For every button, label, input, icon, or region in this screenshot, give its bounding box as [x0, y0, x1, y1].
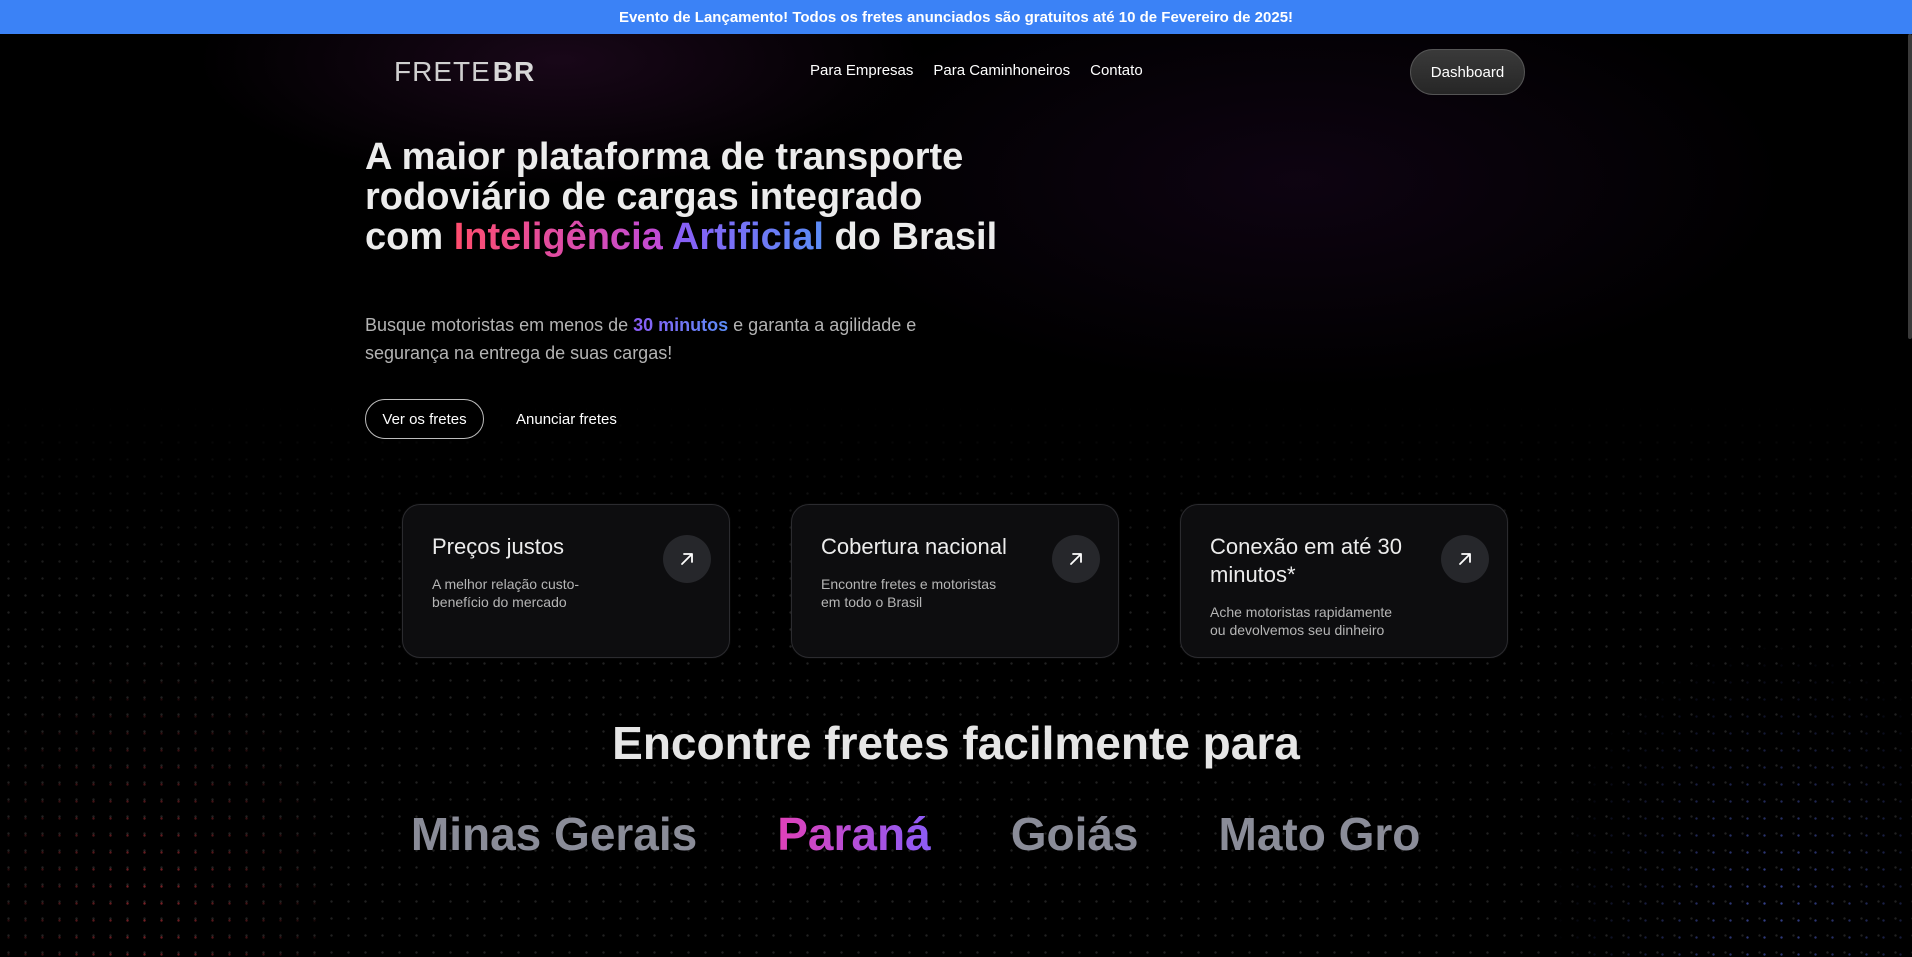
nav-link-empresas[interactable]: Para Empresas [810, 62, 913, 79]
hero-subtitle-highlight: 30 minutos [633, 315, 729, 335]
hero-title: A maior plataforma de transporte rodoviá… [365, 137, 1005, 257]
logo-text-frete: FRETE [394, 56, 491, 87]
states-marquee-track: ul Minas Gerais Paraná Goiás Mato Gro [365, 800, 1421, 868]
logo-text-br: BR [492, 56, 536, 87]
feature-card-description: A melhor relação custo-benefício do merc… [432, 576, 580, 610]
dot-grid-background [0, 400, 1912, 957]
states-marquee: ul Minas Gerais Paraná Goiás Mato Gro [365, 800, 1545, 870]
states-section-title: Encontre fretes facilmente para [612, 717, 1300, 769]
nav-link-caminhoneiros[interactable]: Para Caminhoneiros [933, 62, 1070, 79]
feature-card-description: Ache motoristas rapidamente ou devolvemo… [1210, 604, 1393, 638]
feature-card-fast-connection[interactable]: Conexão em até 30 minutos* Ache motorist… [1180, 504, 1508, 658]
state-item[interactable]: Goiás [1011, 800, 1139, 868]
arrow-up-right-icon[interactable] [1441, 535, 1489, 583]
announcement-text: Evento de Lançamento! Todos os fretes an… [618, 8, 1294, 26]
view-freights-button[interactable]: Ver os fretes [365, 399, 484, 439]
top-nav: FRETEBR Para Empresas Para Caminhoneiros… [0, 34, 1912, 110]
feature-card-national-coverage[interactable]: Cobertura nacional Encontre fretes e mot… [791, 504, 1119, 658]
landing-page: Evento de Lançamento! Todos os fretes an… [0, 0, 1912, 957]
nav-links: Para Empresas Para Caminhoneiros Contato [810, 62, 1143, 79]
state-item-active[interactable]: Paraná [777, 800, 930, 868]
arrow-up-right-icon[interactable] [1052, 535, 1100, 583]
feature-card-title: Conexão em até 30 minutos* [1210, 534, 1403, 587]
logo[interactable]: FRETEBR [394, 56, 535, 88]
post-freight-button[interactable]: Anunciar fretes [502, 399, 631, 439]
hero-subtitle-part1: Busque motoristas em menos de [365, 315, 634, 335]
feature-card-title: Preços justos [432, 534, 565, 559]
arrow-up-right-icon[interactable] [663, 535, 711, 583]
state-item[interactable]: Minas Gerais [411, 800, 697, 868]
announcement-bar: Evento de Lançamento! Todos os fretes an… [0, 0, 1912, 34]
state-item[interactable]: Mato Gro [1219, 800, 1421, 868]
hero-title-part2: do Brasil [823, 216, 998, 258]
feature-card-title: Cobertura nacional [821, 534, 1007, 559]
feature-card-fair-prices[interactable]: Preços justos A melhor relação custo-ben… [402, 504, 730, 658]
feature-card-description: Encontre fretes e motoristas em todo o B… [821, 576, 997, 610]
hero-title-highlight-artificial: Artificial [671, 216, 824, 258]
dot-grid-blue-glow [1552, 640, 1912, 957]
nav-link-contato[interactable]: Contato [1090, 62, 1143, 79]
dashboard-button[interactable]: Dashboard [1410, 49, 1525, 95]
dot-grid-red-glow [0, 640, 320, 957]
hero-subtitle: Busque motoristas em menos de 30 minutos… [365, 311, 1005, 367]
hero-title-highlight-ia: Inteligência [453, 216, 663, 258]
